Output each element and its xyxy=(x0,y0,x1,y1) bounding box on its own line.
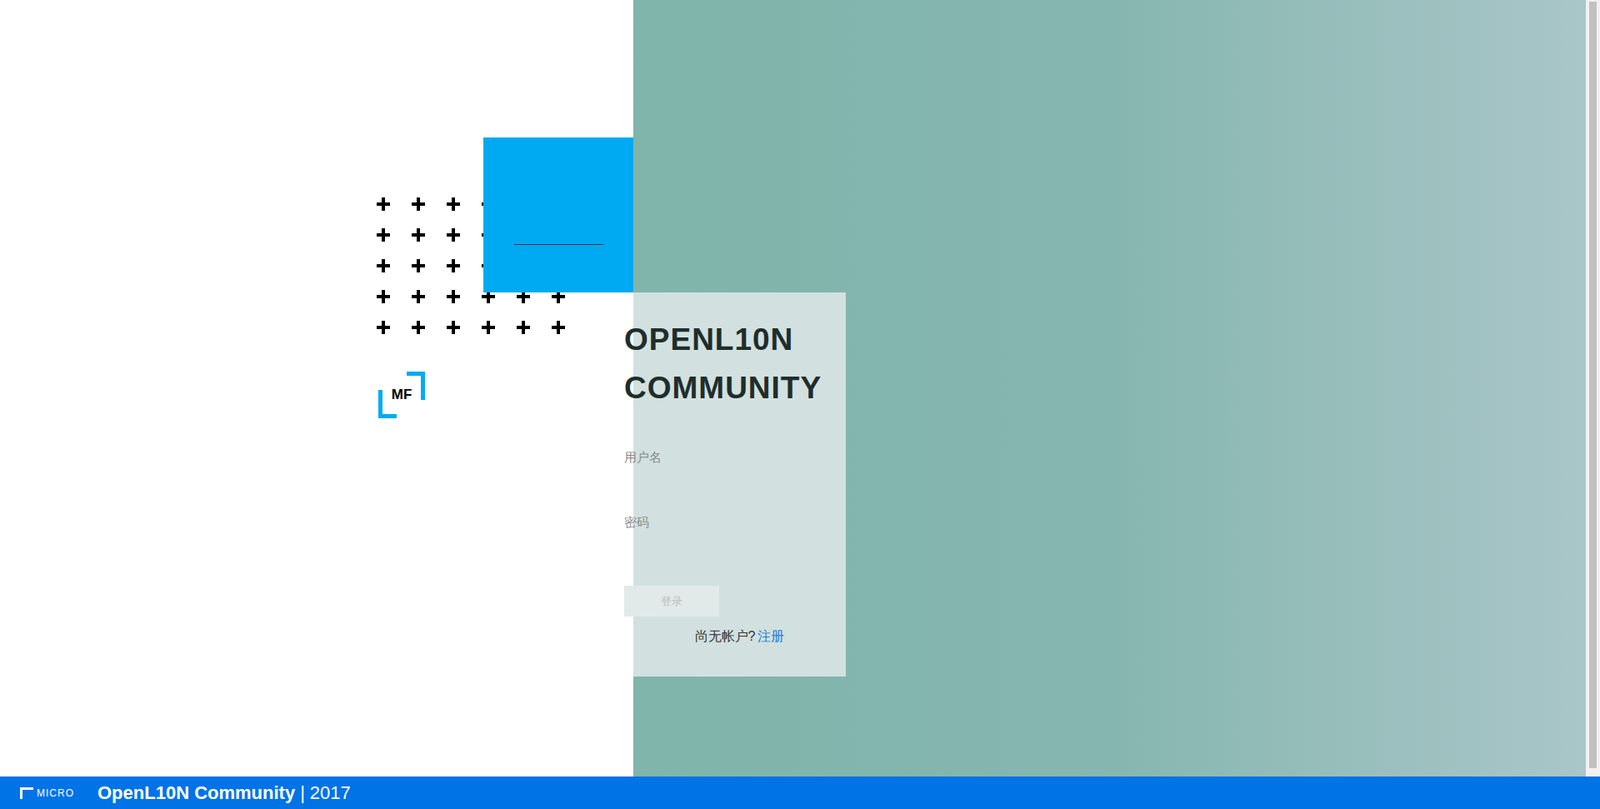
field-label: 用户名 xyxy=(624,450,846,465)
footer-title: OpenL10N Community|2017 xyxy=(97,781,351,805)
footer-logo: MICRO xyxy=(20,787,75,800)
signup-row: 尚无帐户?注册 xyxy=(633,628,846,645)
login-title: OPENL10N COMMUNITY xyxy=(624,315,846,413)
plus-mark xyxy=(446,259,460,273)
blue-square xyxy=(483,137,634,293)
footer: MICRO OpenL10N Community|2017 xyxy=(0,776,1600,809)
plus-mark xyxy=(411,228,425,242)
plus-mark xyxy=(376,259,390,273)
left-panel: MF xyxy=(0,0,634,777)
plus-mark xyxy=(376,320,390,335)
login-button[interactable]: 登录 xyxy=(624,585,720,617)
blue-square-line xyxy=(514,244,604,245)
login-form: OPENL10N COMMUNITY 用户名密码登录 xyxy=(624,292,846,617)
mf-logo: MF xyxy=(378,371,425,419)
plus-mark xyxy=(446,320,460,335)
plus-mark xyxy=(376,290,390,304)
field-input[interactable] xyxy=(624,465,825,515)
plus-mark xyxy=(516,320,530,335)
plus-mark xyxy=(411,320,425,335)
plus-mark xyxy=(376,228,390,242)
login-card: OPENL10N COMMUNITY用户名密码登录尚无帐户?注册 xyxy=(633,292,846,677)
login-page: MFOPENL10N COMMUNITY用户名密码登录尚无帐户?注册MICROO… xyxy=(0,0,1600,809)
plus-mark xyxy=(411,259,425,273)
field-input[interactable] xyxy=(624,530,825,580)
plus-mark xyxy=(411,290,425,304)
form-field: 密码 xyxy=(624,515,846,580)
scrollbar-thumb[interactable] xyxy=(1589,1,1597,769)
plus-mark xyxy=(481,320,495,335)
plus-mark xyxy=(446,290,460,304)
form-field: 用户名 xyxy=(624,450,846,515)
scrollbar[interactable] xyxy=(1585,0,1600,777)
plus-mark xyxy=(446,197,460,211)
signup-link[interactable]: 注册 xyxy=(757,628,785,645)
plus-mark xyxy=(376,197,390,211)
plus-mark xyxy=(551,320,565,335)
plus-mark xyxy=(446,228,460,242)
signup-prompt: 尚无帐户? xyxy=(695,628,756,645)
main-area: MFOPENL10N COMMUNITY用户名密码登录尚无帐户?注册 xyxy=(0,0,1600,777)
plus-mark xyxy=(411,197,425,211)
field-label: 密码 xyxy=(624,515,846,530)
